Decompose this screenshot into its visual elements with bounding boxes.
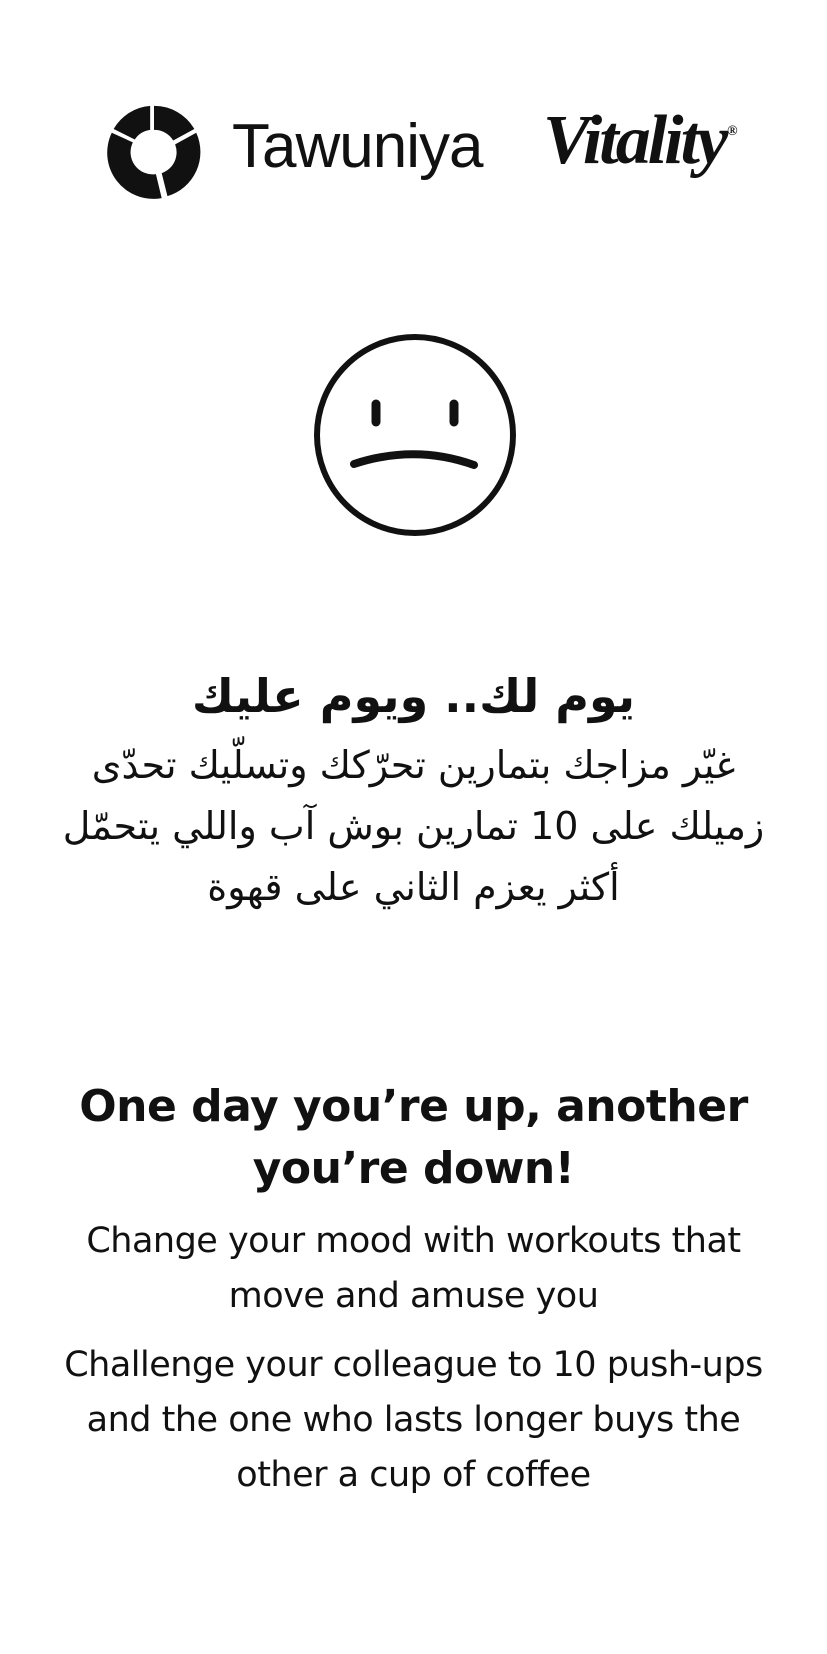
registered-mark: ® (727, 124, 738, 139)
sad-face-icon (314, 334, 516, 536)
arabic-body-text: غيّر مزاجك بتمارين تحرّكك وتسلّيك تحدّى … (62, 743, 765, 909)
vitality-logo-word: Vitality (543, 102, 728, 179)
arabic-message: يوم لك.. ويوم عليك غيّر مزاجك بتمارين تح… (60, 665, 767, 918)
english-headline: One day you’re up, another you’re down! (79, 1081, 748, 1194)
logo-header: Tawuniya Vitality ® (0, 100, 827, 205)
english-mood-text: Change your mood with workouts that move… (86, 1221, 741, 1316)
arabic-headline: يوم لك.. ويوم عليك (191, 669, 636, 723)
english-message: One day you’re up, another you’re down! … (40, 1076, 787, 1517)
english-challenge-text: Challenge your colleague to 10 push-ups … (64, 1345, 763, 1495)
vitality-logo-text: Vitality ® (543, 106, 738, 176)
tawuniya-mark-icon (107, 105, 201, 199)
tawuniya-logo-text: Tawuniya (232, 112, 483, 181)
